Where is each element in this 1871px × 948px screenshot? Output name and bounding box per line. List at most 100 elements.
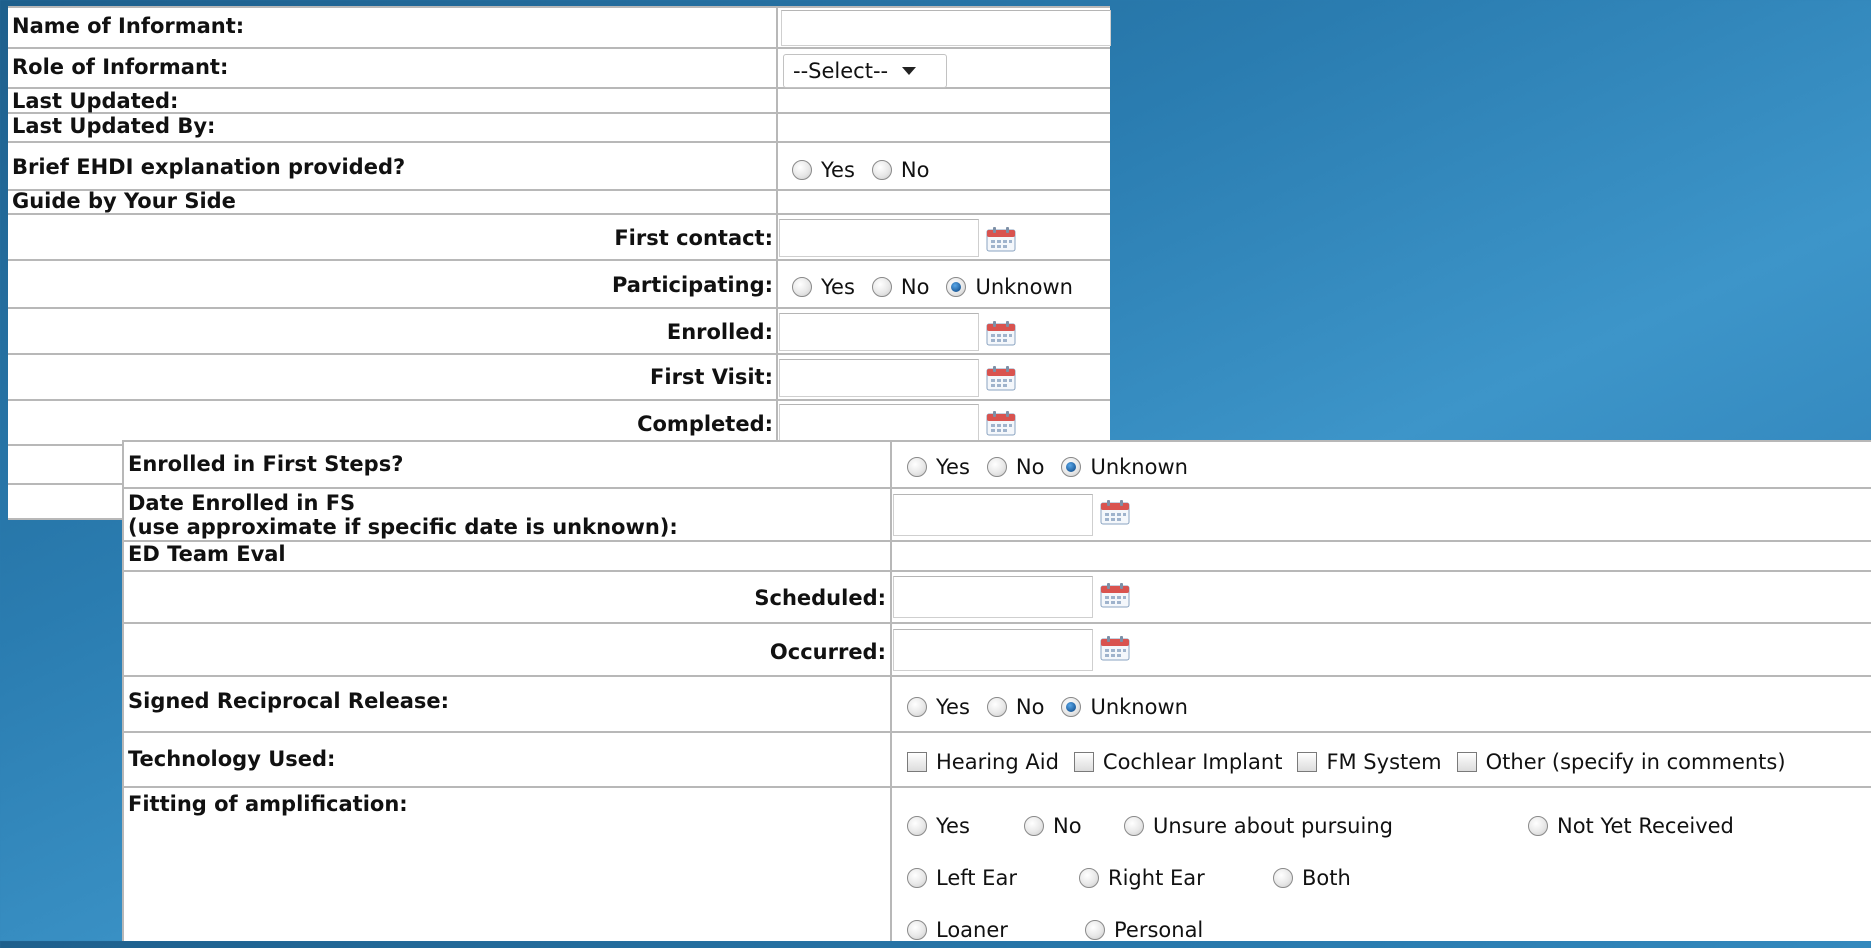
tech-hearing-aid[interactable]: Hearing Aid — [907, 750, 1059, 774]
option-label: Both — [1302, 866, 1351, 890]
row-name-of-informant: Name of Informant: — [8, 8, 1111, 49]
checkbox[interactable] — [1297, 752, 1318, 772]
row-ed-team-eval: ED Team Eval — [124, 542, 1871, 572]
option-label: Yes — [821, 158, 855, 182]
fitting-right-ear[interactable]: Right Ear — [1079, 866, 1273, 890]
brief-ehdi-radio-group: Yes No — [792, 158, 929, 182]
brief-ehdi-label: Brief EHDI explanation provided? — [12, 155, 406, 179]
radio-button[interactable] — [792, 277, 812, 297]
occurred-label: Occurred: — [769, 640, 886, 664]
calendar-icon[interactable] — [986, 365, 1016, 391]
first-contact-input[interactable] — [779, 219, 979, 257]
enrolled-input[interactable] — [779, 313, 979, 351]
radio-button[interactable] — [907, 920, 927, 940]
row-scheduled: Scheduled: — [124, 572, 1871, 624]
role-of-informant-select[interactable]: --Select-- — [783, 54, 947, 88]
row-guide-by-your-side: Guide by Your Side — [8, 189, 1110, 215]
row-stub — [8, 485, 123, 520]
radio-button[interactable] — [986, 457, 1007, 477]
participating-unknown[interactable]: Unknown — [946, 275, 1073, 299]
occurred-input[interactable] — [893, 629, 1093, 671]
fitting-loaner[interactable]: Loaner — [907, 918, 1085, 942]
radio-button[interactable] — [1024, 816, 1044, 836]
radio-button[interactable] — [1528, 816, 1548, 836]
tech-other[interactable]: Other (specify in comments) — [1456, 750, 1786, 774]
radio-button[interactable] — [907, 697, 927, 717]
checkbox[interactable] — [907, 752, 927, 772]
option-label: Yes — [936, 814, 970, 838]
completed-input[interactable] — [779, 404, 979, 442]
option-label: Hearing Aid — [936, 750, 1059, 774]
option-label: Yes — [936, 455, 970, 479]
radio-button-selected[interactable] — [1061, 697, 1082, 717]
radio-button[interactable] — [871, 277, 892, 297]
radio-button[interactable] — [907, 816, 927, 836]
radio-button[interactable] — [1124, 816, 1144, 836]
participating-yes[interactable]: Yes — [792, 275, 855, 299]
option-label: Personal — [1114, 918, 1204, 942]
signed-release-unknown[interactable]: Unknown — [1061, 695, 1188, 719]
fitting-no[interactable]: No — [1024, 814, 1124, 838]
brief-ehdi-yes[interactable]: Yes — [792, 158, 855, 182]
calendar-icon[interactable] — [1100, 582, 1130, 608]
participating-no[interactable]: No — [871, 275, 929, 299]
calendar-icon[interactable] — [1100, 499, 1130, 525]
fitting-row1: Yes No Unsure about pursuing Not Yet Rec… — [907, 814, 1734, 838]
fitting-row3: Loaner Personal — [907, 918, 1203, 942]
technology-checkbox-group: Hearing Aid Cochlear Implant FM System O… — [907, 750, 1786, 774]
calendar-icon[interactable] — [986, 320, 1016, 346]
first-visit-input[interactable] — [779, 359, 979, 397]
option-label: Loaner — [936, 918, 1008, 942]
fitting-left-ear[interactable]: Left Ear — [907, 866, 1079, 890]
brief-ehdi-no[interactable]: No — [871, 158, 929, 182]
radio-button[interactable] — [907, 868, 927, 888]
signed-release-no[interactable]: No — [986, 695, 1044, 719]
date-enrolled-fs-input[interactable] — [893, 494, 1093, 536]
radio-button[interactable] — [986, 697, 1007, 717]
option-label: Not Yet Received — [1557, 814, 1734, 838]
checkbox[interactable] — [1456, 752, 1477, 772]
radio-button-selected[interactable] — [946, 277, 967, 297]
scheduled-input[interactable] — [893, 576, 1093, 618]
radio-button[interactable] — [1079, 868, 1099, 888]
checkbox[interactable] — [1073, 752, 1094, 772]
row-first-visit: First Visit: — [8, 355, 1110, 401]
row-occurred: Occurred: — [124, 624, 1871, 677]
first-contact-label: First contact: — [614, 226, 773, 250]
first-steps-no[interactable]: No — [986, 455, 1044, 479]
row-technology-used: Technology Used: Hearing Aid Cochlear Im… — [124, 733, 1871, 788]
technology-used-label: Technology Used: — [128, 747, 336, 771]
radio-button[interactable] — [871, 160, 892, 180]
radio-button[interactable] — [907, 457, 927, 477]
first-steps-form-panel: Enrolled in First Steps? Yes No Unknown … — [122, 440, 1871, 942]
role-select-value: --Select-- — [793, 59, 889, 83]
fitting-yes[interactable]: Yes — [907, 814, 1024, 838]
row-last-updated: Last Updated: — [8, 89, 1110, 114]
scheduled-label: Scheduled: — [754, 586, 886, 610]
name-of-informant-input[interactable] — [781, 10, 1111, 46]
fitting-both[interactable]: Both — [1273, 866, 1351, 890]
radio-button[interactable] — [792, 160, 812, 180]
fitting-not-yet-received[interactable]: Not Yet Received — [1528, 814, 1734, 838]
signed-release-yes[interactable]: Yes — [907, 695, 970, 719]
tech-cochlear-implant[interactable]: Cochlear Implant — [1073, 750, 1282, 774]
completed-label: Completed: — [637, 412, 773, 436]
calendar-icon[interactable] — [986, 226, 1016, 252]
first-steps-unknown[interactable]: Unknown — [1061, 455, 1188, 479]
role-of-informant-label: Role of Informant: — [12, 55, 229, 79]
row-fitting-amplification: Fitting of amplification: Yes No Unsure … — [124, 788, 1871, 948]
tech-fm-system[interactable]: FM System — [1297, 750, 1442, 774]
radio-button[interactable] — [1273, 868, 1293, 888]
option-label: Unknown — [975, 275, 1073, 299]
first-steps-yes[interactable]: Yes — [907, 455, 970, 479]
calendar-icon[interactable] — [986, 410, 1016, 436]
radio-button-selected[interactable] — [1061, 457, 1082, 477]
radio-button[interactable] — [1085, 920, 1105, 940]
fitting-personal[interactable]: Personal — [1085, 918, 1203, 942]
ed-team-eval-heading: ED Team Eval — [128, 542, 286, 566]
option-label: No — [1053, 814, 1082, 838]
fitting-unsure[interactable]: Unsure about pursuing — [1124, 814, 1528, 838]
calendar-icon[interactable] — [1100, 635, 1130, 661]
row-last-updated-by: Last Updated By: — [8, 114, 1110, 143]
fitting-amplification-label: Fitting of amplification: — [128, 792, 408, 816]
